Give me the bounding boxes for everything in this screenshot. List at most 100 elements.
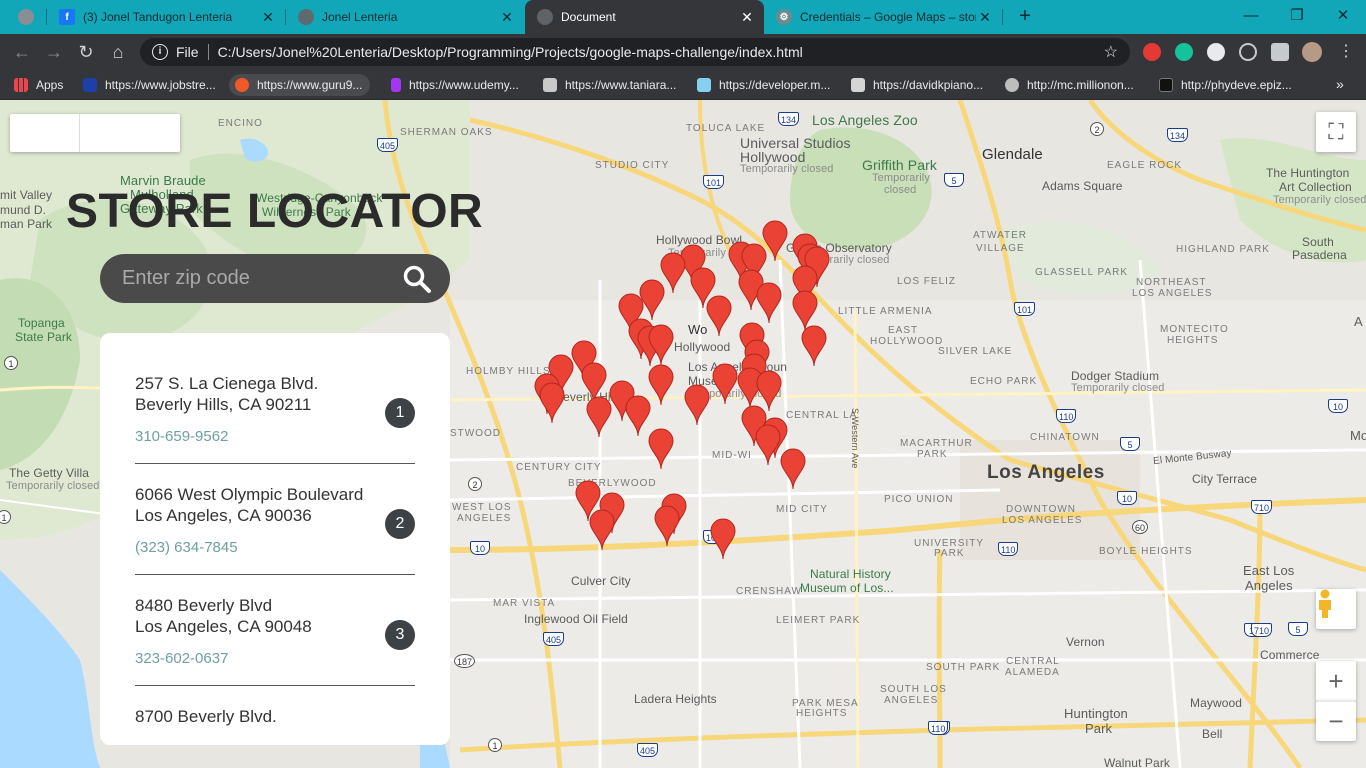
zip-code-input[interactable]: [122, 267, 392, 290]
map-marker-pin[interactable]: [648, 364, 674, 406]
kebab-menu-icon[interactable]: ⋮: [1338, 43, 1354, 61]
map-type-control[interactable]: [10, 114, 180, 152]
map-label: Culver City: [571, 574, 631, 588]
bookmark-jobstreet[interactable]: https://www.jobstre...: [83, 76, 216, 94]
tab-strip: f (3) Jonel Tandugon Lenteria ✕ Jonel Le…: [0, 0, 1366, 34]
extension-icon[interactable]: [1207, 43, 1225, 61]
map-label: LOS ANGELES: [1132, 288, 1213, 299]
tab-jonel-lenteria[interactable]: Jonel Lenteria ✕: [286, 0, 524, 34]
bookmark-label: http://phydeve.epiz...: [1181, 78, 1292, 92]
map-marker-pin[interactable]: [755, 424, 781, 466]
adblock-extension-icon[interactable]: [1143, 43, 1161, 61]
highway-shield: 134: [1167, 128, 1189, 142]
fullscreen-button[interactable]: ⛶: [1316, 112, 1356, 152]
store-list-item[interactable]: 6066 West Olympic Boulevard Los Angeles,…: [135, 484, 415, 575]
minimize-button[interactable]: —: [1228, 0, 1274, 30]
bookmark-label: https://www.jobstre...: [105, 78, 216, 92]
tab-credentials[interactable]: ⚙ Credentials – Google Maps – stor ✕: [764, 0, 1002, 34]
map-type-option[interactable]: [80, 114, 180, 152]
map-marker-pin[interactable]: [648, 324, 674, 366]
bookmark-phydeve[interactable]: http://phydeve.epiz...: [1159, 76, 1292, 94]
map-marker-pin[interactable]: [710, 518, 736, 560]
reload-icon[interactable]: ↻: [74, 40, 98, 64]
info-icon[interactable]: i: [152, 44, 168, 60]
map-label: CRENSHAW: [736, 586, 802, 597]
map-label: HOLLYWOOD: [870, 336, 944, 347]
puzzle-extensions-icon[interactable]: [1271, 43, 1289, 61]
map-marker-pin[interactable]: [648, 428, 674, 470]
close-icon[interactable]: ✕: [259, 9, 277, 26]
close-window-button[interactable]: ✕: [1320, 0, 1366, 30]
bookmark-apps[interactable]: Apps: [14, 76, 63, 94]
map-marker-pin[interactable]: [706, 295, 732, 337]
bookmark-label: Apps: [36, 78, 64, 92]
map-marker-pin[interactable]: [712, 363, 738, 405]
map-label: LITTLE ARMENIA: [838, 306, 933, 317]
zoom-in-button[interactable]: +: [1316, 661, 1356, 701]
map-marker-pin[interactable]: [780, 448, 806, 490]
store-list: 257 S. La Cienega Blvd. Beverly Hills, C…: [100, 333, 450, 745]
highway-shield: 405: [543, 632, 565, 646]
store-list-item[interactable]: 257 S. La Cienega Blvd. Beverly Hills, C…: [135, 373, 415, 464]
bookmark-label: https://www.guru9...: [257, 78, 363, 92]
new-tab-button[interactable]: +: [1014, 5, 1036, 27]
bookmark-star-icon[interactable]: ☆: [1104, 42, 1118, 62]
bookmark-millionon[interactable]: http://mc.millionon...: [1005, 76, 1134, 94]
store-list-item[interactable]: 8480 Beverly Blvd Los Angeles, CA 90048 …: [135, 595, 415, 686]
bookmark-guru99[interactable]: https://www.guru9...: [229, 74, 371, 96]
map-marker-pin[interactable]: [654, 505, 680, 547]
map-marker-pin[interactable]: [586, 396, 612, 438]
store-number-badge: 3: [385, 620, 415, 650]
store-phone[interactable]: (323) 634-7845: [135, 539, 415, 556]
map-label: DOWNTOWN: [1006, 504, 1077, 515]
globe-icon: [1005, 78, 1019, 92]
map-type-option[interactable]: [10, 114, 79, 152]
map-label: Commerce: [1260, 648, 1320, 662]
forward-arrow-icon[interactable]: →: [42, 40, 66, 64]
home-icon[interactable]: ⌂: [106, 40, 130, 64]
react-devtools-icon[interactable]: [1239, 43, 1257, 61]
back-arrow-icon[interactable]: ←: [10, 40, 34, 64]
store-phone[interactable]: 310-659-9562: [135, 428, 415, 445]
close-icon[interactable]: ✕: [738, 9, 756, 26]
grammarly-extension-icon[interactable]: [1175, 43, 1193, 61]
more-bookmarks-button[interactable]: »: [1336, 76, 1344, 92]
address-bar[interactable]: i File C:/Users/Jonel%20Lenteria/Desktop…: [140, 38, 1130, 66]
map-marker-pin[interactable]: [801, 325, 827, 367]
map-label: Natural History: [810, 567, 891, 581]
search-icon[interactable]: [402, 264, 432, 294]
url-text[interactable]: C:/Users/Jonel%20Lenteria/Desktop/Progra…: [218, 44, 1104, 60]
map-label: ATWATER: [973, 230, 1028, 241]
avatar[interactable]: [1302, 42, 1322, 62]
highway-shield: 110: [1056, 409, 1077, 423]
close-icon[interactable]: ✕: [498, 9, 516, 26]
map-label: STUDIO CITY: [595, 160, 670, 171]
tab-facebook[interactable]: f (3) Jonel Tandugon Lenteria ✕: [47, 0, 285, 34]
map-label: Hollywood: [674, 340, 731, 354]
bookmark-udemy[interactable]: https://www.udemy...: [391, 76, 519, 94]
store-list-item[interactable]: 8700 Beverly Blvd.: [135, 706, 415, 745]
map-label: closed: [884, 184, 917, 196]
zoom-out-button[interactable]: −: [1316, 701, 1356, 741]
close-icon[interactable]: ✕: [976, 9, 994, 26]
map-label: Huntington: [1064, 706, 1128, 721]
map-marker-pin[interactable]: [756, 282, 782, 324]
street-view-pegman-icon[interactable]: [1316, 589, 1356, 629]
map-label: CENTURY CITY: [516, 462, 602, 473]
store-phone[interactable]: 323-602-0637: [135, 650, 415, 667]
bookmark-taniarascia[interactable]: https://www.taniara...: [543, 76, 676, 94]
restore-button[interactable]: ❐: [1274, 0, 1320, 30]
highway-shield: 110: [998, 542, 1019, 556]
bookmark-mdn[interactable]: https://developer.m...: [697, 76, 830, 94]
tab-title: Document: [561, 10, 616, 24]
guru99-icon: [235, 78, 249, 92]
tab-document[interactable]: Document ✕: [525, 0, 764, 34]
map-marker-pin[interactable]: [539, 382, 565, 424]
bookmark-davidkpiano[interactable]: https://davidkpiano...: [851, 76, 983, 94]
tab-pinned[interactable]: [6, 0, 46, 34]
map-label: The Getty Villa: [9, 466, 89, 480]
map-label: EAST: [888, 325, 919, 336]
highway-shield: 60: [1132, 520, 1149, 534]
map-marker-pin[interactable]: [589, 509, 615, 551]
map-marker-pin[interactable]: [684, 384, 710, 426]
